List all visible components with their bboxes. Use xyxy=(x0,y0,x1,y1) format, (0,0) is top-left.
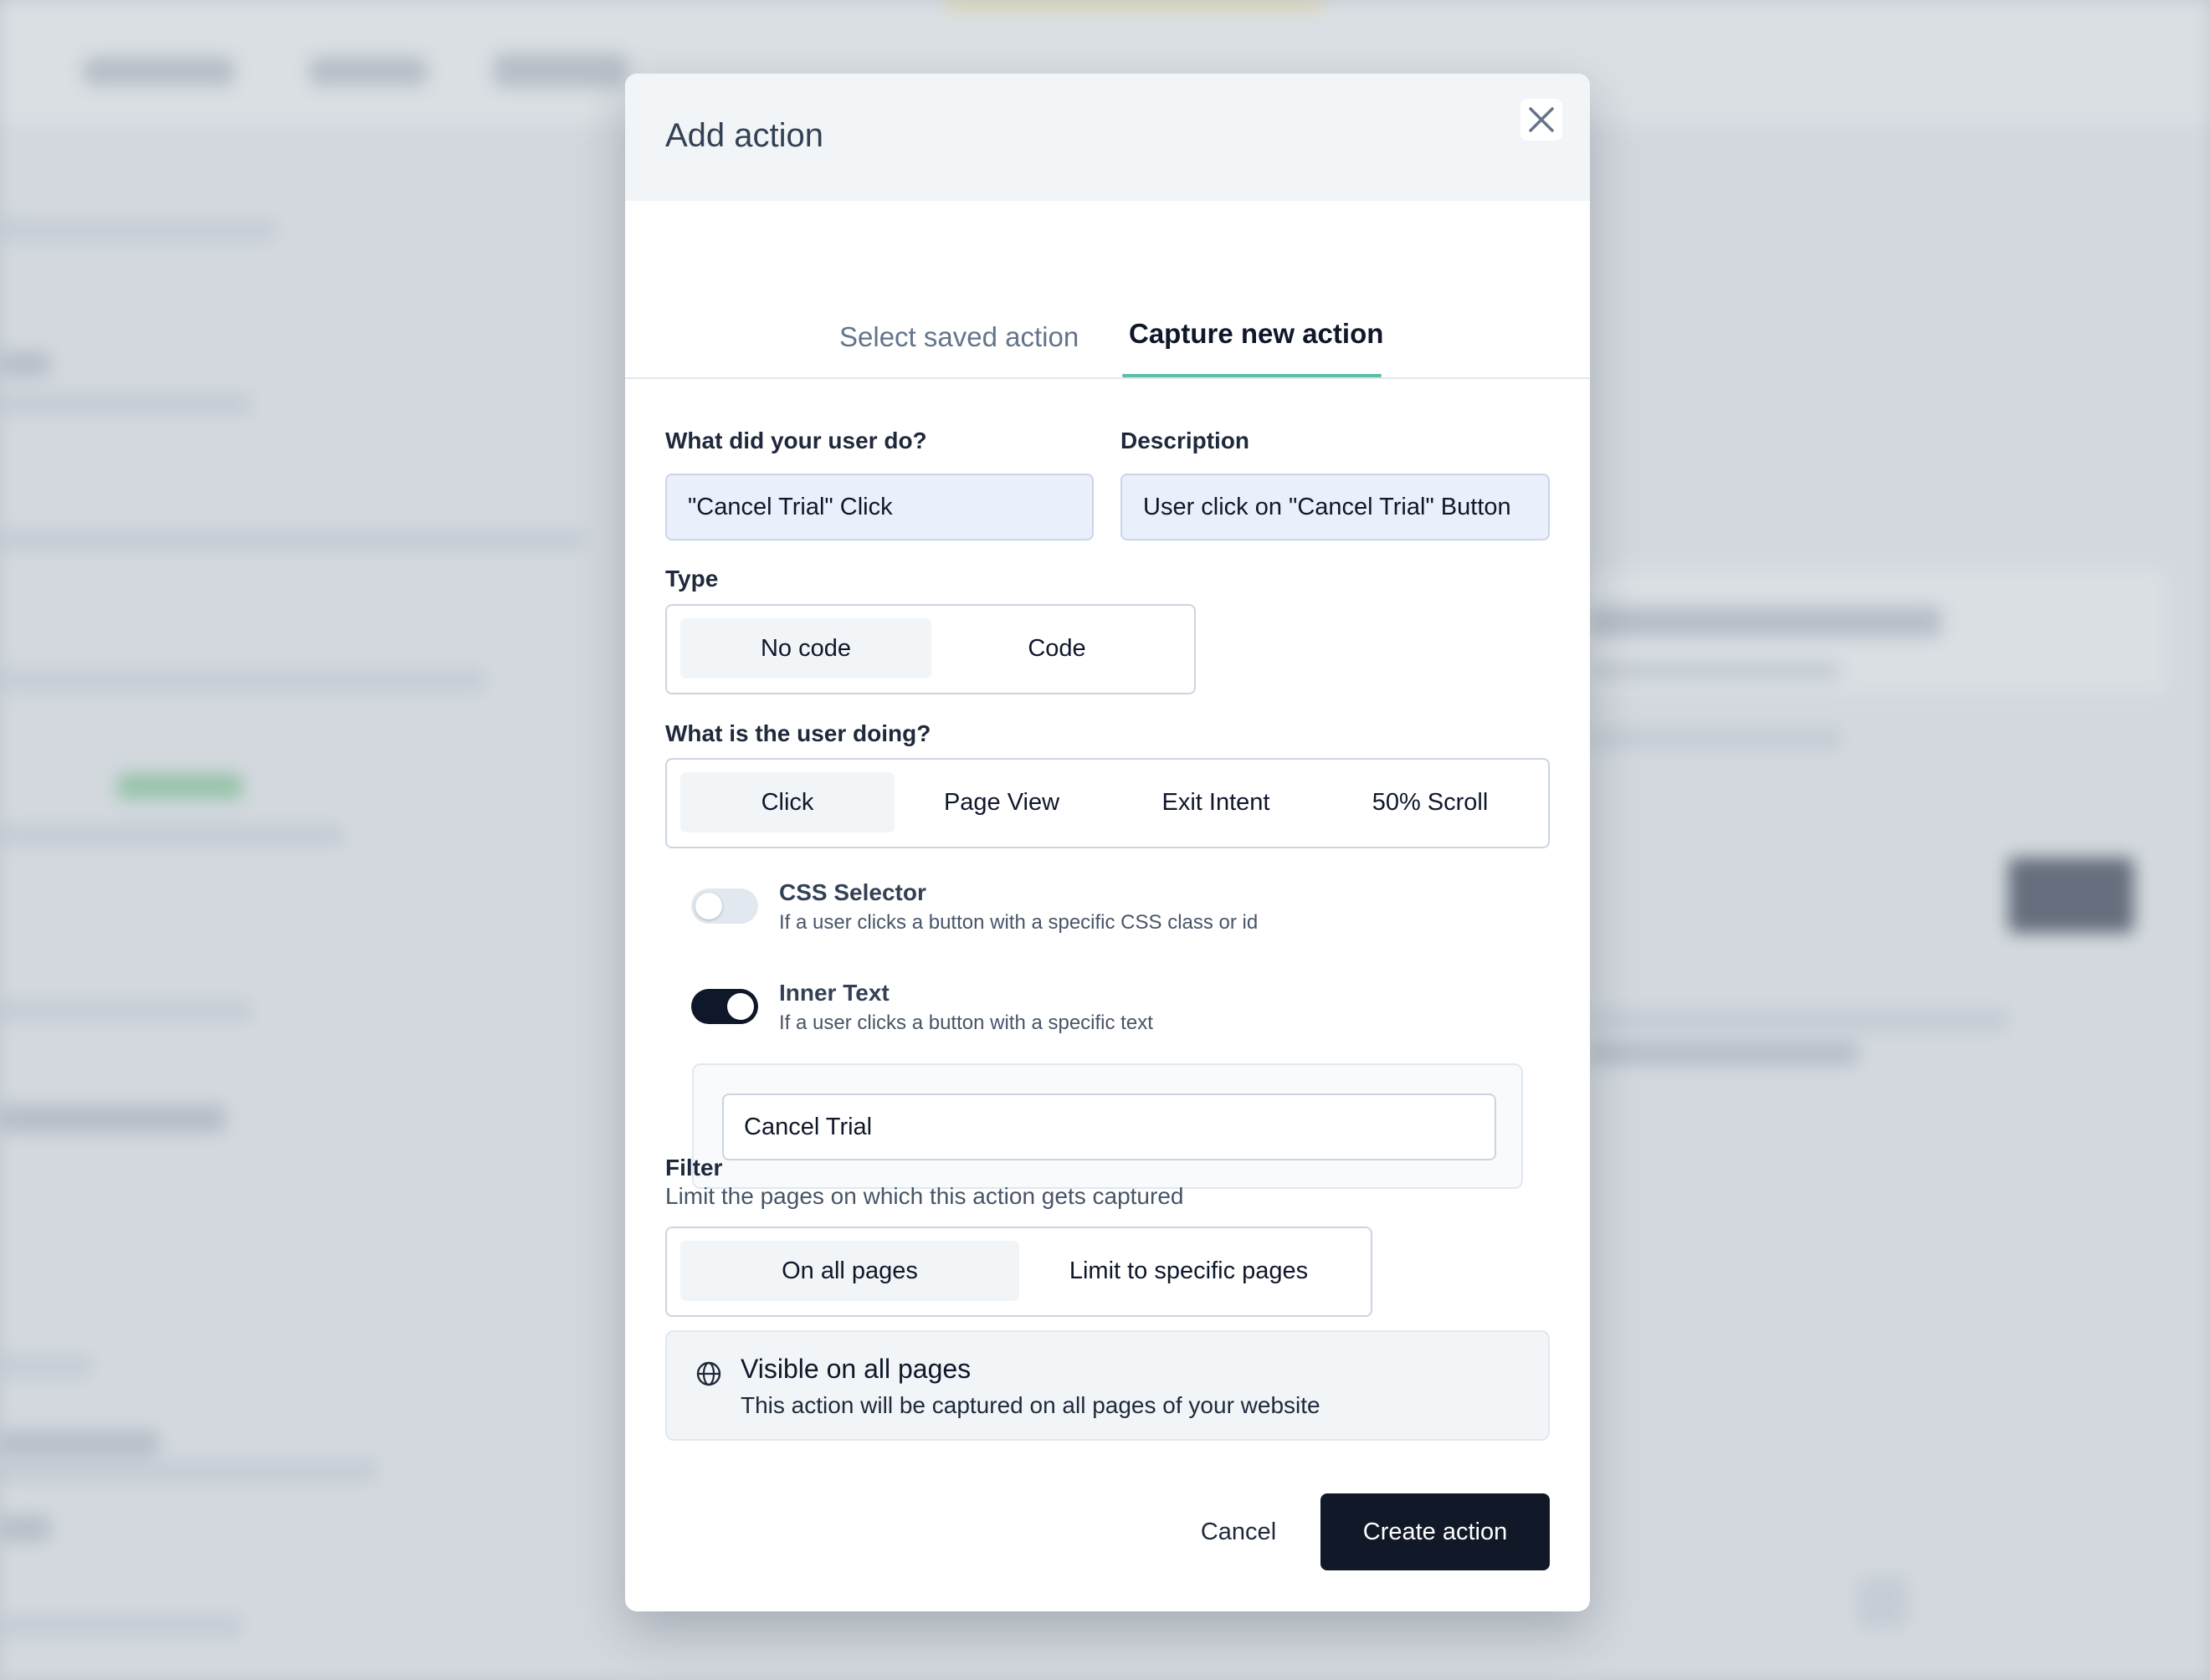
visibility-info-box: Visible on all pages This action will be… xyxy=(665,1330,1550,1441)
modal-header: Add action xyxy=(625,74,1590,201)
create-action-button[interactable]: Create action xyxy=(1320,1493,1550,1570)
info-title: Visible on all pages xyxy=(741,1354,972,1384)
filter-description: Limit the pages on which this action get… xyxy=(665,1183,1184,1209)
filter-label: Filter xyxy=(665,1155,723,1181)
css-selector-description: If a user clicks a button with a specifi… xyxy=(779,911,1259,934)
globe-icon xyxy=(696,1361,721,1386)
inner-text-input[interactable]: Cancel Trial xyxy=(722,1094,1496,1160)
type-option-no-code[interactable]: No code xyxy=(680,618,931,679)
toggle-knob xyxy=(695,893,722,919)
inner-text-toggle[interactable] xyxy=(691,989,758,1024)
tab-capture-new-action[interactable]: Capture new action xyxy=(1122,201,1384,377)
modal-title: Add action xyxy=(665,117,824,154)
tab-label: Capture new action xyxy=(1129,318,1384,349)
filter-option-all-pages[interactable]: On all pages xyxy=(680,1241,1019,1301)
active-tab-indicator xyxy=(1122,374,1382,377)
close-button[interactable] xyxy=(1520,99,1562,141)
type-selector: No code Code xyxy=(665,604,1196,694)
action-name-input[interactable]: "Cancel Trial" Click xyxy=(665,474,1094,540)
action-name-label: What did your user do? xyxy=(665,428,927,453)
inner-text-description: If a user clicks a button with a specifi… xyxy=(779,1012,1153,1034)
event-option-scroll[interactable]: 50% Scroll xyxy=(1323,772,1537,832)
info-text: This action will be captured on all page… xyxy=(741,1392,1320,1418)
css-selector-title: CSS Selector xyxy=(779,879,926,905)
tab-select-saved-action[interactable]: Select saved action xyxy=(839,201,1082,377)
event-option-exit-intent[interactable]: Exit Intent xyxy=(1109,772,1323,832)
event-option-click[interactable]: Click xyxy=(680,772,895,832)
event-option-page-view[interactable]: Page View xyxy=(895,772,1109,832)
add-action-modal: Add action Select saved action Capture n… xyxy=(625,74,1590,1611)
tab-label: Select saved action xyxy=(839,321,1079,352)
close-icon xyxy=(1529,107,1554,132)
type-label: Type xyxy=(665,566,719,592)
toggle-knob xyxy=(727,993,754,1020)
inner-text-title: Inner Text xyxy=(779,980,890,1006)
filter-selector: On all pages Limit to specific pages xyxy=(665,1227,1372,1317)
description-input[interactable]: User click on "Cancel Trial" Button xyxy=(1120,474,1550,540)
inner-text-panel: Cancel Trial xyxy=(692,1063,1523,1189)
type-option-code[interactable]: Code xyxy=(931,618,1182,679)
description-label: Description xyxy=(1120,428,1250,453)
filter-option-specific-pages[interactable]: Limit to specific pages xyxy=(1019,1241,1358,1301)
event-label: What is the user doing? xyxy=(665,720,931,746)
event-selector: Click Page View Exit Intent 50% Scroll xyxy=(665,758,1550,848)
cancel-button[interactable]: Cancel xyxy=(1161,1493,1316,1570)
modal-tabs: Select saved action Capture new action xyxy=(625,201,1590,379)
css-selector-toggle[interactable] xyxy=(691,889,758,924)
